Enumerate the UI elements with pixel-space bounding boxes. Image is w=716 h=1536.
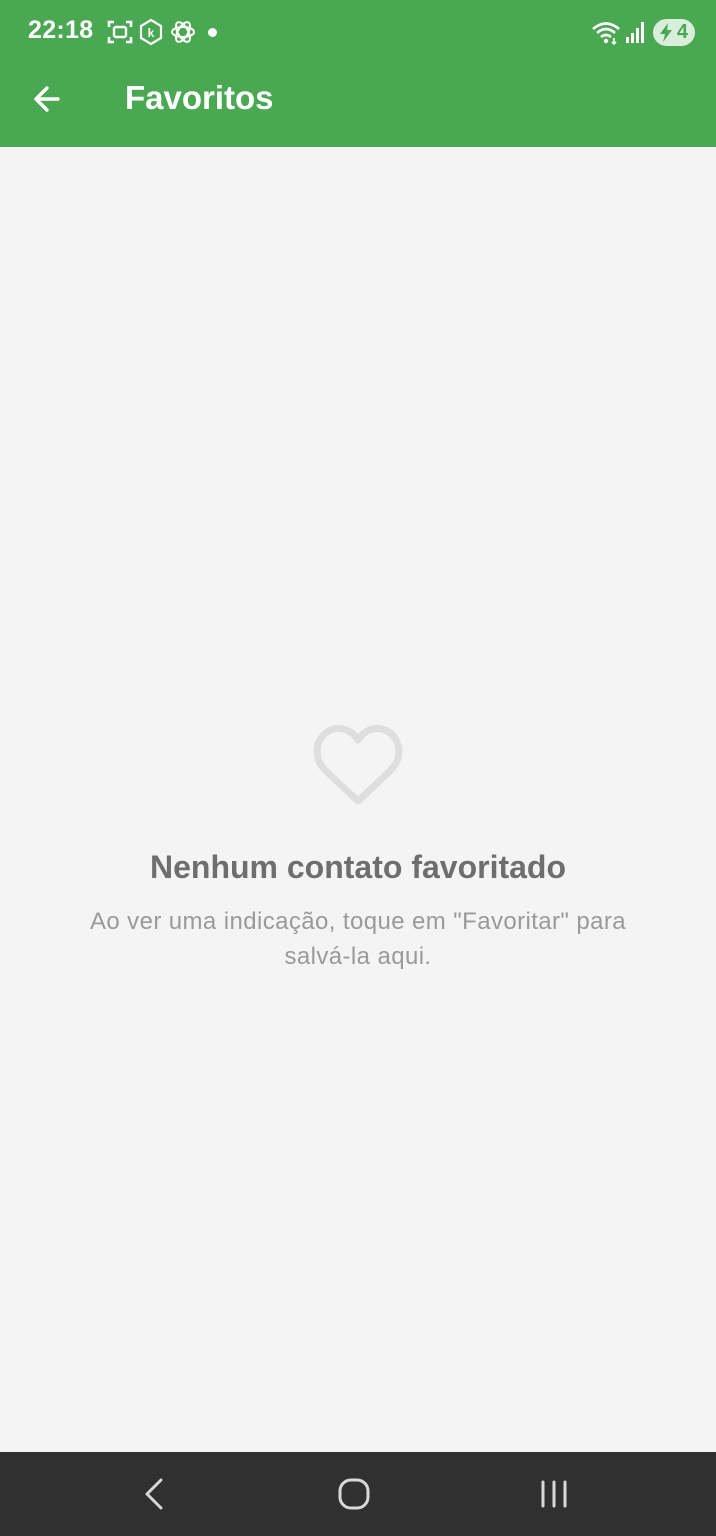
signal-icon bbox=[626, 22, 644, 43]
empty-state-title: Nenhum contato favoritado bbox=[149, 849, 566, 885]
chatgpt-icon bbox=[171, 21, 195, 43]
battery-charging-icon bbox=[660, 23, 672, 42]
home-icon[interactable] bbox=[332, 1472, 376, 1516]
back-icon[interactable] bbox=[132, 1472, 176, 1516]
kaspersky-icon: k bbox=[139, 18, 163, 46]
system-nav-bar bbox=[0, 1452, 716, 1536]
svg-text:k: k bbox=[148, 26, 155, 40]
page-title: Favoritos bbox=[125, 79, 274, 116]
status-time: 22:18 bbox=[28, 16, 94, 44]
status-bar: 22:18 k 4 bbox=[0, 0, 716, 66]
battery-indicator: 4 bbox=[653, 19, 695, 46]
battery-level: 4 bbox=[676, 21, 688, 43]
screenshot-icon bbox=[107, 20, 133, 44]
empty-state-description: Ao ver uma indicação, toque em "Favorita… bbox=[89, 908, 627, 970]
heart-outline-icon bbox=[313, 725, 403, 805]
empty-state: Nenhum contato favoritado Ao ver uma ind… bbox=[0, 715, 716, 974]
app-header: 22:18 k 4 Favoritos bbox=[0, 0, 716, 147]
recents-icon[interactable] bbox=[532, 1472, 576, 1516]
arrow-left-icon[interactable] bbox=[28, 78, 70, 120]
wifi-icon bbox=[592, 22, 620, 46]
notification-dot bbox=[208, 28, 217, 37]
